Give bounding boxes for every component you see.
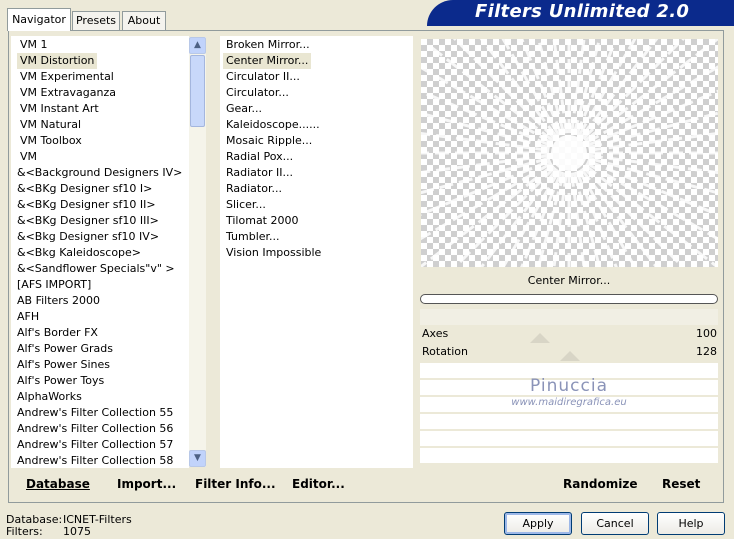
category-list-item[interactable]: VM Experimental bbox=[17, 69, 117, 85]
filter-list-item[interactable]: Circulator II... bbox=[223, 69, 303, 85]
category-list-item[interactable]: Alf's Power Toys bbox=[14, 373, 107, 389]
category-list-item[interactable]: Andrew's Filter Collection 55 bbox=[14, 405, 176, 421]
category-list-item[interactable]: &<Sandflower Specials"v" > bbox=[14, 261, 178, 277]
apply-button[interactable]: Apply bbox=[504, 512, 572, 535]
category-list-item[interactable]: AB Filters 2000 bbox=[14, 293, 103, 309]
scroll-thumb[interactable] bbox=[190, 55, 205, 127]
category-list-item[interactable]: Alf's Power Grads bbox=[14, 341, 116, 357]
filter-list-item[interactable]: Vision Impossible bbox=[223, 245, 324, 261]
status-filters-value: 1075 bbox=[63, 525, 91, 538]
help-button[interactable]: Help bbox=[657, 512, 725, 535]
tab-navigator[interactable]: Navigator bbox=[7, 8, 71, 31]
param-axes-slider-icon[interactable] bbox=[530, 333, 550, 343]
filter-list-item[interactable]: Circulator... bbox=[223, 85, 292, 101]
filter-list-item[interactable]: Radial Pox... bbox=[223, 149, 296, 165]
category-list-item[interactable]: &<BKg Designer sf10 III> bbox=[14, 213, 162, 229]
category-list-item[interactable]: AlphaWorks bbox=[14, 389, 85, 405]
filter-list-item[interactable]: Tilomat 2000 bbox=[223, 213, 301, 229]
database-button[interactable]: Database bbox=[26, 477, 90, 491]
category-list[interactable]: VM 1 VM Distortion VM Experimental VM Extra… bbox=[11, 36, 189, 468]
filter-list[interactable]: Broken Mirror... Center Mirror... Circulat… bbox=[220, 36, 413, 468]
preview-filter-label: Center Mirror... bbox=[527, 274, 611, 287]
progress-bar bbox=[420, 294, 718, 304]
category-list-item[interactable]: Andrew's Filter Collection 58 bbox=[14, 453, 176, 468]
category-list-item[interactable]: [AFS IMPORT] bbox=[14, 277, 94, 293]
category-list-item[interactable]: Andrew's Filter Collection 56 bbox=[14, 421, 176, 437]
cancel-button[interactable]: Cancel bbox=[581, 512, 649, 535]
filter-info-button[interactable]: Filter Info... bbox=[195, 477, 276, 491]
param-row-axes[interactable]: Axes 100 bbox=[420, 326, 718, 343]
category-list-item[interactable]: VM Natural bbox=[17, 117, 84, 133]
param-rotation-label: Rotation bbox=[422, 345, 469, 358]
reset-button[interactable]: Reset bbox=[662, 477, 700, 491]
editor-button[interactable]: Editor... bbox=[292, 477, 345, 491]
filter-list-item[interactable]: Center Mirror... bbox=[223, 53, 312, 69]
param-axes-label: Axes bbox=[422, 327, 449, 340]
filter-list-item[interactable]: Mosaic Ripple... bbox=[223, 133, 315, 149]
category-list-item[interactable]: Alf's Border FX bbox=[14, 325, 101, 341]
category-list-item[interactable]: VM 1 bbox=[17, 37, 51, 53]
watermark-name: Pinuccia bbox=[530, 376, 608, 396]
category-list-item[interactable]: VM Instant Art bbox=[17, 101, 102, 117]
watermark-url: www.maidiregrafica.eu bbox=[511, 397, 627, 408]
category-list-item[interactable]: &<Bkg Designer sf10 IV> bbox=[14, 229, 162, 245]
filter-preview bbox=[421, 39, 718, 267]
param-rotation-value: 128 bbox=[696, 345, 717, 358]
filter-list-item[interactable]: Radiator... bbox=[223, 181, 285, 197]
category-list-item[interactable]: AFH bbox=[14, 309, 42, 325]
filter-list-item[interactable]: Radiator II... bbox=[223, 165, 296, 181]
category-list-item[interactable]: &<Bkg Kaleidoscope> bbox=[14, 245, 144, 261]
params-header-strip bbox=[420, 309, 718, 325]
category-list-item[interactable]: VM bbox=[17, 149, 40, 165]
tab-about[interactable]: About bbox=[122, 11, 166, 30]
scroll-down-icon[interactable]: ▼ bbox=[189, 450, 206, 467]
filter-list-item[interactable]: Broken Mirror... bbox=[223, 37, 313, 53]
filter-list-item[interactable]: Tumbler... bbox=[223, 229, 283, 245]
filter-list-item[interactable]: Slicer... bbox=[223, 197, 269, 213]
status-filters-label: Filters: bbox=[6, 525, 43, 538]
param-axes-value: 100 bbox=[696, 327, 717, 340]
randomize-button[interactable]: Randomize bbox=[563, 477, 637, 491]
filter-list-item[interactable]: Kaleidoscope...... bbox=[223, 117, 323, 133]
category-list-item[interactable]: Andrew's Filter Collection 57 bbox=[14, 437, 176, 453]
category-list-item[interactable]: &<BKg Designer sf10 I> bbox=[14, 181, 155, 197]
import-button[interactable]: Import... bbox=[117, 477, 176, 491]
preview-graphic bbox=[421, 39, 718, 267]
param-row-rotation[interactable]: Rotation 128 bbox=[420, 344, 718, 361]
param-row-empty bbox=[420, 414, 718, 429]
category-list-item[interactable]: Alf's Power Sines bbox=[14, 357, 113, 373]
category-list-item[interactable]: &<BKg Designer sf10 II> bbox=[14, 197, 159, 213]
category-list-item[interactable]: VM Distortion bbox=[17, 53, 98, 69]
param-rotation-slider-icon[interactable] bbox=[560, 351, 580, 361]
banner-title: Filters Unlimited 2.0 bbox=[475, 1, 690, 22]
category-list-item[interactable]: VM Extravaganza bbox=[17, 85, 119, 101]
param-row-empty bbox=[420, 431, 718, 446]
category-scrollbar[interactable]: ▲ ▼ bbox=[189, 37, 206, 467]
scroll-up-icon[interactable]: ▲ bbox=[189, 37, 206, 54]
category-list-item[interactable]: VM Toolbox bbox=[17, 133, 85, 149]
category-list-item[interactable]: &<Background Designers IV> bbox=[14, 165, 185, 181]
filter-list-item[interactable]: Gear... bbox=[223, 101, 265, 117]
param-row-empty bbox=[420, 448, 718, 463]
tab-presets[interactable]: Presets bbox=[72, 11, 120, 30]
